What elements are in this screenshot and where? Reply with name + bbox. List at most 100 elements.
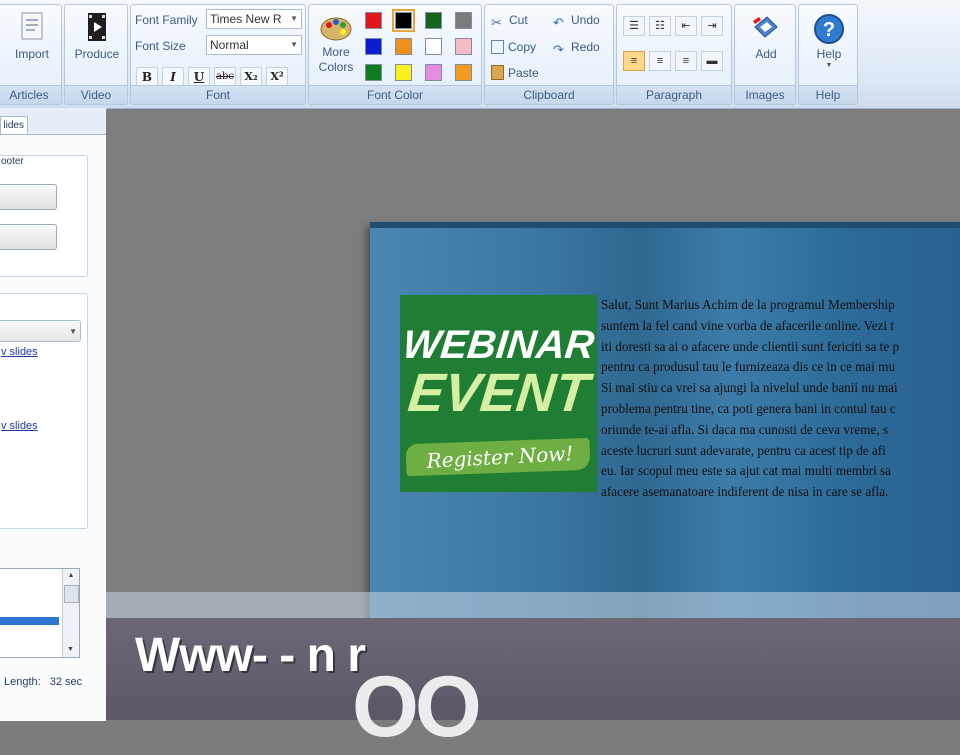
images-group: Add Images xyxy=(734,4,796,105)
left-panel: lides ooter ▼ v slides v slides ▲ ▼ xyxy=(0,108,107,721)
apply-all-slides-link-2[interactable]: v slides xyxy=(1,420,38,432)
color-swatch-black[interactable] xyxy=(392,9,415,32)
clipboard-group-label: Clipboard xyxy=(485,85,613,104)
import-icon xyxy=(21,12,43,40)
header-button[interactable] xyxy=(0,184,57,210)
paste-button[interactable]: Paste xyxy=(491,65,539,81)
slides-list[interactable]: ▲ ▼ xyxy=(0,568,80,658)
color-swatch-green[interactable] xyxy=(365,64,382,81)
scissors-icon: ✂ xyxy=(491,15,502,30)
slide-text-line: oriunde te-ai afla. Si daca ma cunosti d… xyxy=(601,421,889,437)
slide-text-line: pentru ca produsul tau le furnizeaza dis… xyxy=(601,359,896,375)
chevron-down-icon: ▼ xyxy=(290,40,298,49)
scrollbar[interactable]: ▲ ▼ xyxy=(62,569,79,657)
help-button[interactable]: ? Help ▼ xyxy=(801,9,857,70)
banner-title: WEBINAR xyxy=(400,323,597,367)
paragraph-group-label: Paragraph xyxy=(617,85,731,104)
color-swatch-blue[interactable] xyxy=(365,38,382,55)
scroll-down-icon[interactable]: ▼ xyxy=(63,643,78,657)
tab-slides[interactable]: lides xyxy=(0,116,28,134)
align-right-icon: ≡ xyxy=(682,55,690,67)
paste-label: Paste xyxy=(508,66,539,80)
more-colors-button[interactable]: More Colors xyxy=(313,9,359,75)
help-icon: ? xyxy=(814,14,844,44)
video-group-label: Video xyxy=(65,85,127,104)
cut-label: Cut xyxy=(509,13,528,27)
slide-text-line: suntem la fel cand vine vorba de afaceri… xyxy=(601,317,895,333)
overlay-url-text: Www- - n r xyxy=(135,629,366,682)
more-colors-label-2: Colors xyxy=(318,60,354,74)
webinar-banner-image[interactable]: WEBINAR EVENT Register Now! xyxy=(400,295,597,492)
color-swatch-gray[interactable] xyxy=(455,12,472,29)
numbered-list-button[interactable]: ☷ xyxy=(649,16,671,36)
length-value: 32 sec xyxy=(49,676,83,688)
align-left-icon: ≡ xyxy=(630,55,638,67)
copy-button[interactable]: Copy xyxy=(491,39,536,55)
chevron-down-icon: ▼ xyxy=(290,14,298,23)
color-swatch-dark-green[interactable] xyxy=(425,12,442,29)
scroll-thumb[interactable] xyxy=(64,585,79,603)
footer-button[interactable] xyxy=(0,224,57,250)
color-swatch-violet[interactable] xyxy=(425,64,442,81)
font-size-select[interactable]: Normal ▼ xyxy=(206,35,302,55)
slide-text-line: afacere asemanatoare indiferent de nisa … xyxy=(601,484,889,500)
cut-button[interactable]: ✂ Cut xyxy=(491,12,528,30)
redo-button[interactable]: ↷ Redo xyxy=(553,39,600,57)
bullet-list-button[interactable]: ☰ xyxy=(623,16,645,36)
indent-button[interactable]: ⇥ xyxy=(701,16,723,36)
color-swatch-orange[interactable] xyxy=(395,38,412,55)
color-swatch-amber[interactable] xyxy=(455,64,472,81)
produce-button[interactable]: Produce xyxy=(67,9,127,62)
font-group: Font Family Times New R ▼ Font Size Norm… xyxy=(130,4,306,105)
font-family-value: Times New R xyxy=(210,12,282,26)
font-size-label: Font Size xyxy=(135,39,186,53)
overlay-big-text: OO xyxy=(352,659,482,755)
articles-group: Import Articles xyxy=(0,4,62,105)
slide-top-border xyxy=(370,222,960,228)
chevron-down-icon: ▼ xyxy=(825,62,833,69)
align-center-icon: ≡ xyxy=(656,55,664,67)
apply-all-slides-link[interactable]: v slides xyxy=(1,346,38,358)
justify-button[interactable]: ▬ xyxy=(701,51,723,71)
video-overlay-strip xyxy=(106,696,960,720)
align-right-button[interactable]: ≡ xyxy=(675,51,697,71)
color-swatch-red[interactable] xyxy=(365,12,382,29)
subscript-button[interactable]: X₂ xyxy=(240,67,262,87)
add-image-label: Add xyxy=(755,47,777,61)
add-image-button[interactable]: Add xyxy=(737,9,795,62)
transition-select[interactable]: ▼ xyxy=(0,320,81,342)
indent-icon: ⇥ xyxy=(707,20,717,32)
import-button[interactable]: Import xyxy=(5,9,59,62)
outdent-icon: ⇤ xyxy=(681,20,691,32)
film-icon xyxy=(88,13,106,41)
underline-button[interactable]: U xyxy=(188,67,210,87)
outdent-button[interactable]: ⇤ xyxy=(675,16,697,36)
strikethrough-button[interactable]: abc xyxy=(214,67,236,87)
align-center-button[interactable]: ≡ xyxy=(649,51,671,71)
scroll-up-icon[interactable]: ▲ xyxy=(63,569,79,583)
slide-text-line: eu. Iar scopul meu este sa ajut cat mai … xyxy=(601,463,892,479)
banner-subtitle: EVENT xyxy=(405,363,592,423)
slide-text-box[interactable]: Salut, Sunt Marius Achim de la programul… xyxy=(601,295,960,503)
align-left-button[interactable]: ≡ xyxy=(623,51,645,71)
undo-button[interactable]: ↶ Undo xyxy=(553,12,600,30)
header-footer-group: ooter xyxy=(0,155,88,277)
help-group-label: Help xyxy=(799,85,857,104)
bold-button[interactable]: B xyxy=(136,67,158,87)
list-item-selected[interactable] xyxy=(0,617,59,625)
font-family-select[interactable]: Times New R ▼ xyxy=(206,9,302,29)
color-swatch-pink[interactable] xyxy=(455,38,472,55)
undo-label: Undo xyxy=(571,13,600,27)
color-swatch-yellow[interactable] xyxy=(395,64,412,81)
import-label: Import xyxy=(14,47,49,61)
redo-icon: ↷ xyxy=(553,42,564,57)
articles-group-label: Articles xyxy=(0,85,61,104)
clipboard-icon xyxy=(491,65,504,80)
superscript-button[interactable]: X² xyxy=(266,67,288,87)
produce-label: Produce xyxy=(74,47,120,61)
italic-button[interactable]: I xyxy=(162,67,184,87)
color-swatch-white[interactable] xyxy=(425,38,442,55)
clipboard-group: ✂ Cut Copy Paste ↶ Undo ↷ Redo Clipboard xyxy=(484,4,614,105)
paragraph-group: ☰ ☷ ⇤ ⇥ ≡ ≡ ≡ ▬ Paragraph xyxy=(616,4,732,105)
add-image-icon xyxy=(753,16,778,38)
